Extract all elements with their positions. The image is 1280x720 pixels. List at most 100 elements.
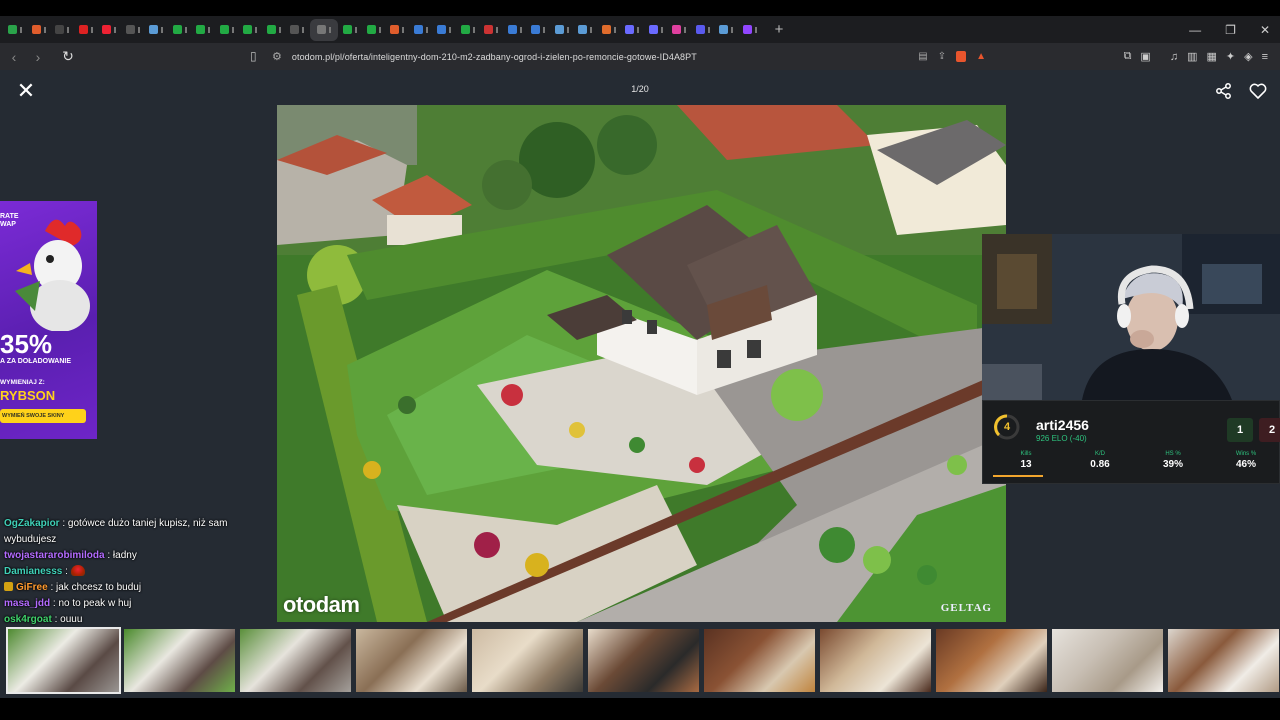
browser-tab[interactable]	[309, 18, 338, 41]
main-listing-photo[interactable]: otodam GELTAG	[277, 105, 1006, 622]
tab-title-stub	[278, 26, 281, 33]
rewards-icon[interactable]: ▲	[976, 51, 986, 62]
brave-shield-icon[interactable]	[956, 51, 967, 62]
forward-icon[interactable]: ›	[28, 49, 48, 65]
browser-tab[interactable]	[598, 19, 620, 41]
subscriber-badge-icon	[4, 582, 13, 591]
gallery-thumbnail[interactable]	[356, 629, 467, 692]
tab-favicon-icon	[102, 25, 111, 34]
browser-tab[interactable]	[433, 19, 455, 41]
tab-title-stub	[402, 26, 404, 33]
gallery-thumbnail[interactable]	[1052, 629, 1163, 692]
stat-value: 0.86	[1090, 459, 1110, 470]
new-tab-button[interactable]: +	[768, 21, 790, 38]
favorite-heart-icon[interactable]	[1248, 81, 1268, 101]
tab-title-stub	[472, 26, 475, 33]
gallery-thumbnail[interactable]	[124, 629, 235, 692]
gallery-thumbnail[interactable]	[240, 629, 351, 692]
browser-tab[interactable]	[504, 19, 526, 41]
browser-tab[interactable]	[28, 19, 50, 41]
browser-tab[interactable]	[75, 19, 97, 41]
back-icon[interactable]: ‹	[4, 49, 24, 65]
tab-favicon-icon	[648, 25, 658, 34]
share-icon[interactable]	[1214, 81, 1234, 101]
media-icon[interactable]: ♫	[1170, 51, 1178, 63]
wallet-icon[interactable]: ▦	[1206, 50, 1216, 63]
browser-tab[interactable]	[410, 19, 432, 41]
streamer-webcam	[982, 234, 1280, 400]
chat-username: OgZakapior	[4, 518, 60, 529]
browser-tab[interactable]	[169, 19, 191, 41]
browser-tab[interactable]	[574, 19, 596, 41]
menu-icon[interactable]: ≡	[1262, 51, 1268, 63]
tab-title-stub	[519, 26, 522, 33]
tab-title-stub	[425, 26, 428, 33]
tab-search-icon[interactable]: ▣	[1140, 50, 1150, 63]
webcam-feed	[982, 234, 1280, 400]
ad-cta-button[interactable]: WYMIEŃ SWOJE SKINY	[0, 409, 86, 423]
close-window-icon[interactable]: ✕	[1260, 23, 1270, 37]
gallery-thumbnail[interactable]	[704, 629, 815, 692]
maximize-icon[interactable]: ❐	[1225, 23, 1236, 37]
browser-tab[interactable]	[715, 19, 737, 41]
aerial-house-photo	[277, 105, 1006, 622]
faceit-stat: HS % 39%	[1146, 451, 1200, 470]
browser-tab[interactable]	[668, 19, 690, 41]
sidebar-icon[interactable]: ▥	[1187, 50, 1197, 63]
stat-label: Kills	[1020, 451, 1032, 457]
minimize-icon[interactable]: —	[1189, 23, 1201, 37]
stat-label: Wins %	[1235, 451, 1257, 457]
close-gallery-button[interactable]: ✕	[15, 80, 37, 102]
player-elo: 926 ELO (-40)	[1036, 434, 1087, 443]
tab-title-stub	[637, 26, 639, 33]
browser-tab[interactable]	[122, 19, 144, 41]
browser-tab[interactable]	[145, 19, 167, 41]
browser-tab[interactable]	[286, 19, 308, 41]
browser-tab[interactable]	[216, 19, 238, 41]
browser-tab[interactable]	[363, 19, 385, 41]
browser-tab[interactable]	[457, 19, 479, 41]
faceit-stat: K/D 0.86	[1073, 451, 1127, 470]
gallery-thumbnail[interactable]	[6, 627, 121, 694]
tab-title-stub	[378, 26, 381, 33]
faceit-stats-panel: 4 arti2456 926 ELO (-40) 1 2 Kills 13 K/D 0…	[982, 400, 1280, 484]
tab-title-stub	[754, 26, 757, 33]
browser-tab[interactable]	[263, 19, 285, 41]
url-field[interactable]: ⚙ otodom.pl/pl/oferta/inteligentny-dom-2…	[272, 46, 990, 67]
reader-icon[interactable]: ▤	[918, 51, 927, 62]
browser-tab[interactable]	[645, 19, 667, 41]
chat-message: GiFree : jak chcesz to buduj	[0, 580, 230, 596]
gallery-thumbnail[interactable]	[820, 629, 931, 692]
browser-tab[interactable]	[98, 19, 120, 41]
browser-tab[interactable]	[739, 19, 761, 41]
site-settings-icon[interactable]: ⚙	[272, 50, 282, 63]
gallery-thumbnail[interactable]	[588, 629, 699, 692]
tab-favicon-icon	[149, 25, 158, 34]
browser-tab[interactable]	[621, 19, 643, 41]
gallery-thumbnail[interactable]	[936, 629, 1047, 692]
faceit-level: 4	[1003, 421, 1011, 433]
reload-icon[interactable]: ↻	[58, 48, 78, 65]
browser-tab[interactable]	[192, 19, 214, 41]
browser-tab[interactable]	[551, 19, 573, 41]
bookmark-icon[interactable]: ▯	[250, 49, 257, 63]
gallery-thumbnail[interactable]	[472, 629, 583, 692]
chat-text: :	[62, 566, 71, 577]
chat-username: osk4rgoat	[4, 614, 52, 625]
tab-favicon-icon	[196, 25, 205, 34]
browser-tab[interactable]	[692, 19, 714, 41]
browser-tab[interactable]	[527, 19, 549, 41]
share-page-icon[interactable]: ⇪	[938, 51, 946, 62]
vpn-icon[interactable]: ◈	[1244, 50, 1252, 63]
chat-message: twojastararobimiloda : ładny	[0, 548, 230, 564]
leo-icon[interactable]: ✦	[1226, 50, 1235, 63]
browser-tab[interactable]	[339, 19, 361, 41]
browser-tab[interactable]	[386, 19, 408, 41]
gallery-thumbnail[interactable]	[1168, 629, 1279, 692]
browser-tab[interactable]	[480, 19, 502, 41]
extensions-icon[interactable]: ⧉	[1124, 50, 1132, 63]
browser-tab[interactable]	[51, 19, 73, 41]
browser-tab[interactable]	[4, 19, 26, 41]
browser-tab[interactable]	[239, 19, 261, 41]
faceit-stat: Kills 13	[999, 451, 1053, 470]
